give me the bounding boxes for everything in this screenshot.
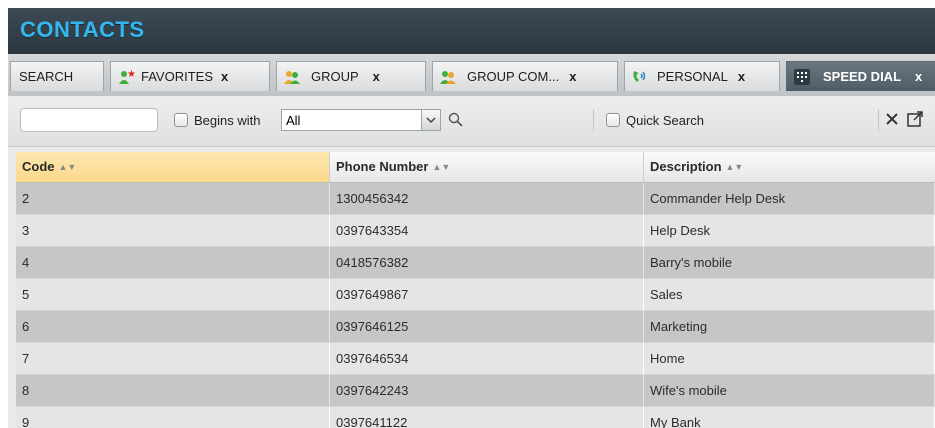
tab-search[interactable]: SEARCH (10, 61, 104, 91)
cell-code: 2 (16, 183, 330, 214)
cell-description: Marketing (644, 311, 935, 342)
column-header-description[interactable]: Description ▲▼ (644, 152, 935, 182)
cell-phone-number: 0418576382 (330, 247, 644, 278)
table-row[interactable]: 8 0397642243 Wife's mobile (16, 375, 935, 407)
table-row[interactable]: 4 0418576382 Barry's mobile (16, 247, 935, 279)
tab-personal[interactable]: PERSONAL x (624, 61, 780, 91)
cell-description: Barry's mobile (644, 247, 935, 278)
tab-favorites[interactable]: ★ FAVORITES x (110, 61, 270, 91)
cell-code: 4 (16, 247, 330, 278)
tab-group[interactable]: GROUP x (276, 61, 426, 91)
cell-description: Wife's mobile (644, 375, 935, 406)
cell-description: Help Desk (644, 215, 935, 246)
cell-phone-number: 0397641122 (330, 407, 644, 428)
column-header-phone-number[interactable]: Phone Number ▲▼ (330, 152, 644, 182)
cell-phone-number: 0397642243 (330, 375, 644, 406)
table-body: 2 1300456342 Commander Help Desk 3 03976… (16, 183, 935, 428)
table-row[interactable]: 9 0397641122 My Bank (16, 407, 935, 428)
column-header-label: Code (22, 159, 55, 174)
group-icon (283, 68, 301, 86)
title-bar: CONTACTS (8, 8, 935, 54)
group-common-icon (439, 68, 457, 86)
cell-description: Sales (644, 279, 935, 310)
toolbar-divider (878, 109, 879, 131)
close-tab-icon[interactable]: x (373, 69, 380, 84)
table-row[interactable]: 6 0397646125 Marketing (16, 311, 935, 343)
cell-code: 7 (16, 343, 330, 374)
personal-icon (631, 68, 649, 86)
begins-with-checkbox[interactable] (174, 113, 188, 127)
filter-selected-value: All (286, 113, 301, 128)
tab-group-common[interactable]: GROUP COM... x (432, 61, 618, 91)
cell-code: 9 (16, 407, 330, 428)
close-tab-icon[interactable]: x (738, 69, 745, 84)
chevron-down-icon[interactable] (421, 110, 440, 130)
tab-label: SPEED DIAL (823, 69, 902, 84)
cell-description: Home (644, 343, 935, 374)
cell-phone-number: 1300456342 (330, 183, 644, 214)
tab-label: GROUP (311, 69, 359, 84)
close-tab-icon[interactable]: x (915, 69, 922, 84)
svg-text:★: ★ (127, 69, 135, 80)
sort-icon: ▲▼ (725, 162, 744, 172)
tab-label: PERSONAL (657, 69, 728, 84)
sort-icon: ▲▼ (58, 162, 77, 172)
cell-phone-number: 0397646534 (330, 343, 644, 374)
speed-dial-panel: Begins with All Quick Search Code ▲▼ Pho… (8, 96, 935, 428)
table-header: Code ▲▼ Phone Number ▲▼ Description ▲▼ (16, 152, 935, 183)
column-header-label: Phone Number (336, 159, 429, 174)
table-row[interactable]: 3 0397643354 Help Desk (16, 215, 935, 247)
pop-out-icon[interactable] (906, 110, 924, 133)
tab-label: SEARCH (19, 69, 74, 84)
tab-label: FAVORITES (141, 69, 213, 84)
quick-search-checkbox[interactable] (606, 113, 620, 127)
app-title: CONTACTS (20, 17, 145, 42)
column-header-label: Description (650, 159, 722, 174)
filter-toolbar: Begins with All Quick Search (8, 96, 935, 147)
close-tab-icon[interactable]: x (569, 69, 576, 84)
cell-code: 8 (16, 375, 330, 406)
table-row[interactable]: 5 0397649867 Sales (16, 279, 935, 311)
favorites-icon: ★ (117, 68, 135, 86)
contacts-window: CONTACTS SEARCH ★ FAVORITES x GROUP x GR… (8, 8, 935, 428)
cell-code: 3 (16, 215, 330, 246)
tab-label: GROUP COM... (467, 69, 560, 84)
filter-select[interactable]: All (281, 109, 441, 131)
table-row[interactable]: 7 0397646534 Home (16, 343, 935, 375)
search-icon[interactable] (448, 112, 464, 133)
cell-description: Commander Help Desk (644, 183, 935, 214)
search-input[interactable] (20, 108, 158, 132)
cell-phone-number: 0397649867 (330, 279, 644, 310)
tab-speed-dial[interactable]: SPEED DIAL x (786, 61, 935, 91)
cell-code: 6 (16, 311, 330, 342)
sort-icon: ▲▼ (432, 162, 451, 172)
column-header-code[interactable]: Code ▲▼ (16, 152, 330, 182)
tab-bar: SEARCH ★ FAVORITES x GROUP x GROUP COM..… (8, 54, 935, 97)
close-tab-icon[interactable]: x (221, 69, 228, 84)
close-icon[interactable] (884, 111, 900, 132)
toolbar-divider (593, 109, 594, 131)
quick-search-label: Quick Search (626, 113, 705, 128)
cell-phone-number: 0397646125 (330, 311, 644, 342)
cell-phone-number: 0397643354 (330, 215, 644, 246)
cell-description: My Bank (644, 407, 935, 428)
begins-with-label: Begins with (194, 113, 261, 128)
table-row[interactable]: 2 1300456342 Commander Help Desk (16, 183, 935, 215)
speed-dial-icon (793, 68, 811, 86)
cell-code: 5 (16, 279, 330, 310)
